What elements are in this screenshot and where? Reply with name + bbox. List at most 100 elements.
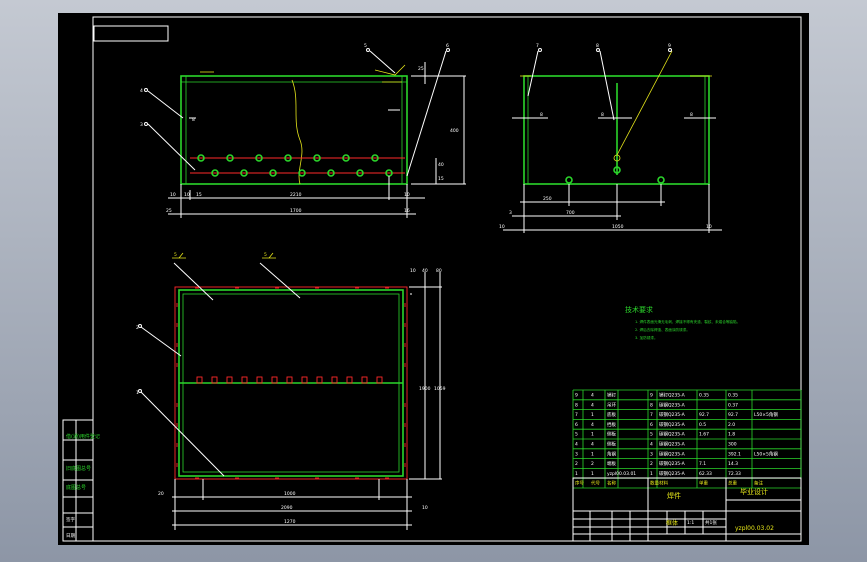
dim-top-40: 40 bbox=[422, 268, 428, 274]
dim-top-10: 10 bbox=[422, 505, 428, 511]
dim-side-8c: 8 bbox=[690, 112, 693, 118]
side-strip-3: 底图总号 bbox=[66, 484, 86, 491]
title-design: 毕业设计 bbox=[740, 487, 768, 496]
dim-front-10c: 10 bbox=[404, 192, 410, 198]
weld-mark-2: 5 bbox=[264, 252, 267, 258]
dim-front-400: 400 bbox=[450, 128, 459, 134]
parts-table-cell: 92.7 bbox=[699, 412, 709, 418]
dim-side-3: 3 bbox=[509, 210, 512, 216]
weld-mark-1: 5 bbox=[174, 252, 177, 258]
balloon-2: 2 bbox=[136, 325, 139, 331]
parts-header-cell: 序号 bbox=[575, 480, 584, 487]
parts-table-cell: L50×5角钢 bbox=[754, 411, 778, 418]
parts-table-cell: 碳钢Q235-A bbox=[659, 450, 686, 457]
parts-table-cell: 挡板 bbox=[607, 421, 616, 428]
parts-table-cell: 侧板 bbox=[607, 441, 616, 448]
parts-table-cell: 1 bbox=[650, 471, 653, 477]
parts-table-cell: 8 bbox=[575, 402, 578, 408]
dim-top-10b: 10 bbox=[410, 268, 416, 274]
parts-table-cell: 4 bbox=[591, 402, 594, 408]
parts-table-cell: 碳钢Q235-A bbox=[659, 421, 686, 428]
parts-table-cell: 1.8 bbox=[728, 432, 735, 438]
dim-top-2090: 2090 bbox=[281, 505, 293, 511]
dim-side-8b: 8 bbox=[601, 112, 604, 118]
cad-viewport: 借(通)用件登记 旧底图总号 底图总号 签字 日期 4 3 5 6 10 10 … bbox=[0, 0, 867, 562]
parts-table-cell: 6 bbox=[575, 422, 578, 428]
parts-table-cell: 9 bbox=[650, 393, 653, 399]
dim-top-1000: 1000 bbox=[284, 491, 296, 497]
parts-header-cell: 备注 bbox=[754, 480, 763, 487]
parts-table-cell: 0.35 bbox=[699, 393, 709, 399]
parts-table-cell: L50×5角钢 bbox=[754, 450, 778, 457]
parts-table-cell: 5 bbox=[575, 432, 578, 438]
parts-table-cell: 300 bbox=[728, 442, 737, 448]
dim-front-15b: 15 bbox=[438, 176, 444, 182]
parts-table-cell: 2.0 bbox=[728, 422, 735, 428]
parts-table-cell: 0.37 bbox=[728, 402, 738, 408]
parts-table-cell: 4 bbox=[650, 442, 653, 448]
dim-top-20: 20 bbox=[158, 491, 164, 497]
side-strip-2: 旧底图总号 bbox=[66, 465, 91, 472]
parts-table-cell: 0.5 bbox=[699, 422, 706, 428]
parts-table-cell: 吊环 bbox=[607, 402, 616, 408]
parts-table-cell: 72.33 bbox=[728, 471, 741, 477]
tech-title: 技术要求 bbox=[625, 305, 653, 314]
parts-table-cell: 7.1 bbox=[699, 461, 706, 467]
parts-header-cell: 名称 bbox=[607, 480, 616, 487]
title-name: 焊件 bbox=[667, 491, 681, 500]
parts-table-cell: 5 bbox=[650, 432, 653, 438]
parts-table-cell: 4 bbox=[591, 442, 594, 448]
dim-side-8a: 8 bbox=[540, 112, 543, 118]
parts-table-cell: 碳钢Q235-A bbox=[659, 431, 686, 438]
parts-table-cell: 14.3 bbox=[728, 461, 738, 467]
parts-table-cell: 1 bbox=[591, 451, 594, 457]
dim-side-10a: 10 bbox=[499, 224, 505, 230]
parts-table-cell: 2 bbox=[591, 461, 594, 467]
parts-table-cell: 销钉Q235-A bbox=[659, 392, 686, 399]
tech-line-2: 2. 焊后去除焊渣、表面涂防锈漆。 bbox=[635, 327, 690, 332]
parts-table-cell: 端板 bbox=[607, 460, 616, 467]
dim-front-2210: 2210 bbox=[290, 192, 302, 198]
parts-table-cell: 碳钢Q235-A bbox=[659, 441, 686, 448]
parts-table-cell: 2 bbox=[650, 461, 653, 467]
side-strip-4: 签字 bbox=[66, 516, 75, 523]
dim-front-1700: 1700 bbox=[290, 208, 302, 214]
tech-line-1: 1. 焊件表面光滑无毛刺、焊接不得有夹渣、裂纹、未熔合等缺陷。 bbox=[635, 319, 740, 324]
dim-front-40: 40 bbox=[438, 162, 444, 168]
parts-header-cell: 单重 bbox=[699, 480, 708, 487]
balloon-5: 5 bbox=[364, 43, 367, 49]
balloon-8: 8 bbox=[596, 43, 599, 49]
side-strip-1: 借(通)用件登记 bbox=[66, 433, 100, 440]
dim-side-1050: 1050 bbox=[612, 224, 624, 230]
dim-side-250: 250 bbox=[543, 196, 552, 202]
dim-front-8: 8 bbox=[192, 117, 195, 123]
parts-table-cell: 侧板 bbox=[607, 431, 616, 438]
dim-top-1270: 1270 bbox=[284, 519, 296, 525]
balloon-4: 4 bbox=[140, 88, 143, 94]
parts-header-cell: 材料 bbox=[659, 480, 668, 487]
parts-table-cell: 碳钢Q235-A bbox=[659, 460, 686, 467]
balloon-9: 9 bbox=[668, 43, 671, 49]
title-subname: 框体 bbox=[666, 519, 678, 527]
parts-table-cell: 1 bbox=[575, 471, 578, 477]
parts-table-cell: 碳钢Q235-A bbox=[659, 401, 686, 408]
parts-table-cell: 碳钢Q235-A bbox=[659, 470, 686, 477]
dim-front-10b: 10 bbox=[184, 192, 190, 198]
parts-table-cell: 2 bbox=[575, 461, 578, 467]
parts-table-cell: 碳钢Q235-A bbox=[659, 411, 686, 418]
parts-table-cell: 3 bbox=[575, 451, 578, 457]
balloon-3: 3 bbox=[140, 122, 143, 128]
dim-front-16: 16 bbox=[404, 208, 410, 214]
parts-header-cell: 总重 bbox=[728, 480, 737, 487]
balloon-1: 1 bbox=[136, 390, 139, 396]
parts-table-cell: 销钉 bbox=[607, 392, 616, 399]
parts-table-cell: 7 bbox=[650, 412, 653, 418]
dim-side-700: 700 bbox=[566, 210, 575, 216]
parts-table-cell: 0.35 bbox=[728, 393, 738, 399]
parts-header-cell: 代号 bbox=[591, 480, 600, 487]
title-scale: 1:1 bbox=[687, 520, 694, 526]
dim-front-25: 25 bbox=[166, 208, 172, 214]
parts-table-cell: yzpl00.03.01 bbox=[607, 471, 636, 477]
parts-table-cell: 1 bbox=[591, 432, 594, 438]
parts-table-cell: 3 bbox=[650, 451, 653, 457]
